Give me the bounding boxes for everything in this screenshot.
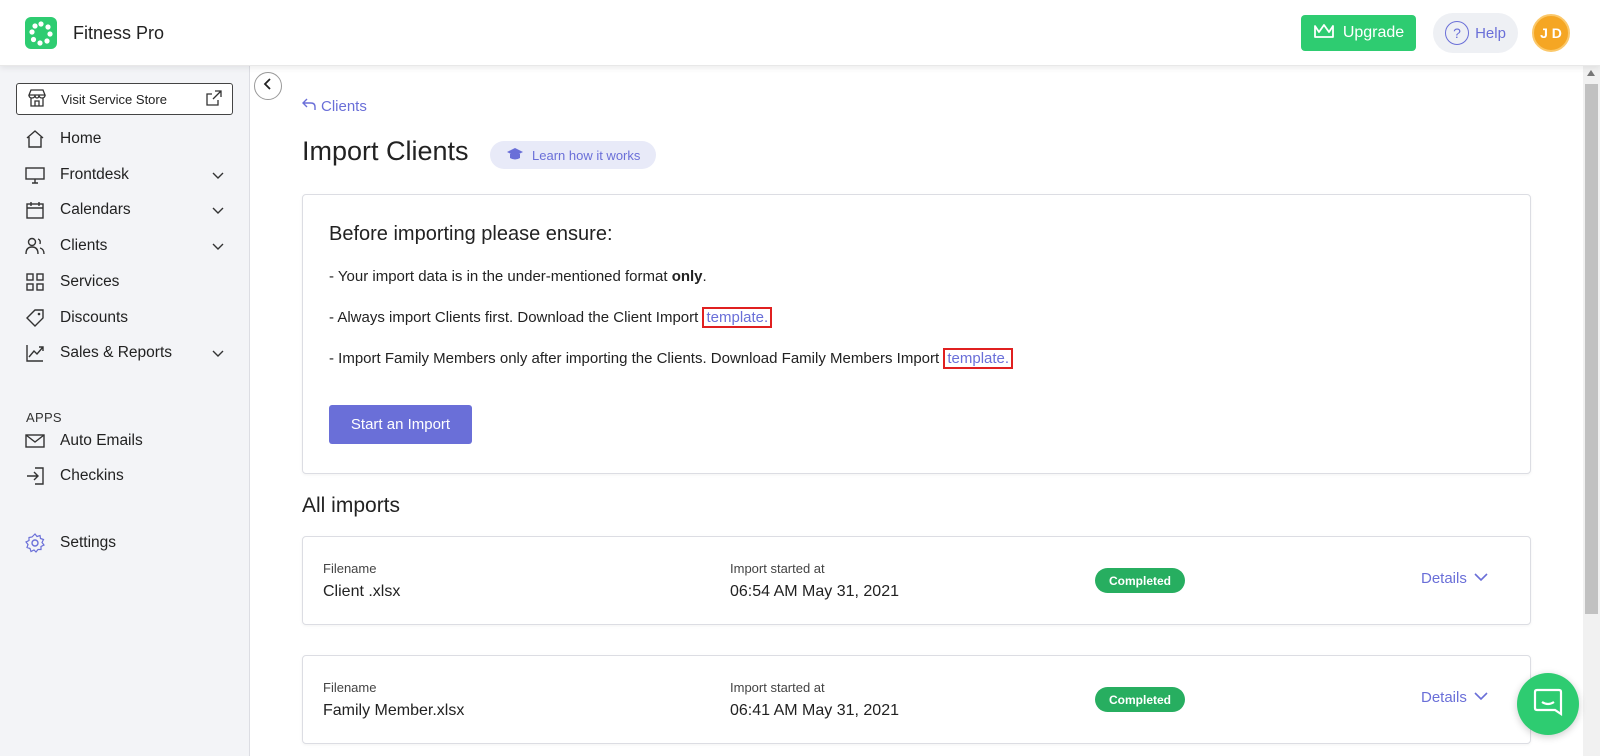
chevron-down-icon bbox=[1473, 570, 1489, 587]
tag-icon bbox=[25, 308, 45, 328]
import-row: Filename Family Member.xlsx Import start… bbox=[302, 655, 1531, 744]
chevron-down-icon bbox=[1473, 689, 1489, 706]
avatar[interactable]: J D bbox=[1532, 14, 1570, 52]
filename-label: Filename bbox=[323, 680, 377, 695]
scroll-up-icon[interactable] bbox=[1587, 70, 1595, 76]
sidebar-item-label: Settings bbox=[60, 534, 117, 551]
details-toggle[interactable]: Details bbox=[1421, 570, 1489, 587]
chevron-down-icon bbox=[211, 346, 225, 360]
breadcrumb[interactable]: Clients bbox=[302, 97, 367, 115]
visit-service-store-button[interactable]: Visit Service Store bbox=[16, 83, 233, 115]
start-import-button[interactable]: Start an Import bbox=[329, 405, 472, 444]
status-badge: Completed bbox=[1095, 568, 1186, 593]
question-icon: ? bbox=[1445, 21, 1470, 45]
home-icon bbox=[25, 129, 45, 149]
chevron-down-icon bbox=[211, 239, 225, 253]
all-imports-heading: All imports bbox=[302, 494, 401, 517]
details-label: Details bbox=[1421, 570, 1467, 587]
help-button[interactable]: ? Help bbox=[1433, 13, 1518, 53]
instruction-line-family: - Import Family Members only after impor… bbox=[329, 348, 1014, 369]
sidebar-item-label: Home bbox=[60, 130, 102, 147]
top-bar: Fitness Pro Upgrade ? Help J D bbox=[0, 0, 1600, 66]
instruction-text: . bbox=[702, 268, 707, 285]
sidebar-item-label: Checkins bbox=[60, 467, 124, 484]
instruction-text: - Import Family Members only after impor… bbox=[329, 350, 944, 367]
sidebar-item-label: Services bbox=[60, 273, 120, 290]
grid-icon bbox=[25, 272, 45, 292]
sidebar-item-calendars[interactable]: Calendars bbox=[0, 193, 250, 227]
instruction-line-clients: - Always import Clients first. Download … bbox=[329, 307, 773, 328]
sidebar-item-services[interactable]: Services bbox=[0, 265, 250, 299]
sidebar-item-label: Clients bbox=[60, 237, 108, 254]
sign-in-icon bbox=[25, 466, 45, 486]
sidebar-item-discounts[interactable]: Discounts bbox=[0, 301, 250, 335]
client-template-link[interactable]: template. bbox=[702, 307, 773, 328]
import-instructions-card: Before importing please ensure: - Your i… bbox=[302, 194, 1531, 474]
status-badge: Completed bbox=[1095, 687, 1186, 712]
instructions-title: Before importing please ensure: bbox=[329, 223, 613, 245]
app-logo-icon bbox=[25, 17, 57, 49]
instruction-text: - Always import Clients first. Download … bbox=[329, 309, 703, 326]
details-label: Details bbox=[1421, 689, 1467, 706]
filename-value: Family Member.xlsx bbox=[323, 702, 465, 719]
upgrade-label: Upgrade bbox=[1342, 24, 1405, 41]
started-value: 06:41 AM May 31, 2021 bbox=[730, 702, 899, 719]
sidebar-item-label: Calendars bbox=[60, 201, 131, 218]
family-template-link[interactable]: template. bbox=[943, 348, 1014, 369]
avatar-initials: J D bbox=[1540, 25, 1562, 41]
sidebar-collapse-button[interactable] bbox=[254, 72, 282, 100]
sidebar-item-settings[interactable]: Settings bbox=[0, 526, 250, 560]
sidebar-item-home[interactable]: Home bbox=[0, 122, 250, 156]
chat-button[interactable] bbox=[1517, 673, 1579, 735]
started-label: Import started at bbox=[730, 680, 825, 695]
main-content: Clients Import Clients Learn how it work… bbox=[250, 66, 1600, 756]
learn-how-it-works-button[interactable]: Learn how it works bbox=[490, 141, 657, 169]
chat-icon bbox=[1533, 688, 1563, 721]
app-name: Fitness Pro bbox=[73, 22, 165, 43]
store-icon bbox=[27, 88, 47, 110]
users-icon bbox=[25, 236, 45, 256]
instruction-emphasis: only bbox=[671, 268, 703, 285]
started-label: Import started at bbox=[730, 561, 825, 576]
page-scrollbar[interactable] bbox=[1583, 66, 1600, 756]
sidebar-item-checkins[interactable]: Checkins bbox=[0, 459, 250, 493]
sidebar-item-auto-emails[interactable]: Auto Emails bbox=[0, 424, 250, 458]
breadcrumb-label: Clients bbox=[321, 97, 367, 115]
instruction-line-format: - Your import data is in the under-menti… bbox=[329, 268, 707, 285]
learn-label: Learn how it works bbox=[532, 147, 641, 163]
store-button-label: Visit Service Store bbox=[61, 91, 167, 107]
details-toggle[interactable]: Details bbox=[1421, 689, 1489, 706]
started-value: 06:54 AM May 31, 2021 bbox=[730, 583, 899, 600]
apps-heading: APPS bbox=[26, 410, 62, 425]
chevron-left-icon bbox=[262, 77, 274, 95]
chevron-down-icon bbox=[211, 168, 225, 182]
sidebar: Visit Service Store Home Frontdesk Calen… bbox=[0, 66, 250, 756]
help-label: Help bbox=[1475, 24, 1506, 42]
mail-icon bbox=[25, 431, 45, 451]
filename-label: Filename bbox=[323, 561, 377, 576]
sidebar-item-frontdesk[interactable]: Frontdesk bbox=[0, 158, 250, 192]
import-row: Filename Client .xlsx Import started at … bbox=[302, 536, 1531, 625]
filename-value: Client .xlsx bbox=[323, 583, 401, 600]
instruction-text: - Your import data is in the under-menti… bbox=[329, 268, 672, 285]
chart-icon bbox=[25, 343, 45, 363]
sidebar-item-clients[interactable]: Clients bbox=[0, 229, 250, 263]
sidebar-item-label: Frontdesk bbox=[60, 166, 129, 183]
graduation-cap-icon bbox=[506, 147, 524, 164]
back-arrow-icon bbox=[302, 97, 316, 115]
external-link-icon bbox=[206, 89, 222, 109]
monitor-icon bbox=[25, 165, 45, 185]
page-title: Import Clients bbox=[302, 136, 469, 166]
brand[interactable]: Fitness Pro bbox=[25, 17, 164, 49]
sidebar-item-label: Auto Emails bbox=[60, 432, 143, 449]
sidebar-item-label: Discounts bbox=[60, 309, 129, 326]
chevron-down-icon bbox=[211, 203, 225, 217]
gear-icon bbox=[25, 533, 45, 553]
calendar-icon bbox=[25, 200, 45, 220]
scrollbar-thumb[interactable] bbox=[1585, 84, 1598, 614]
sidebar-item-sales-reports[interactable]: Sales & Reports bbox=[0, 336, 250, 370]
crown-icon bbox=[1313, 22, 1335, 45]
upgrade-button[interactable]: Upgrade bbox=[1301, 15, 1416, 51]
sidebar-item-label: Sales & Reports bbox=[60, 344, 172, 361]
